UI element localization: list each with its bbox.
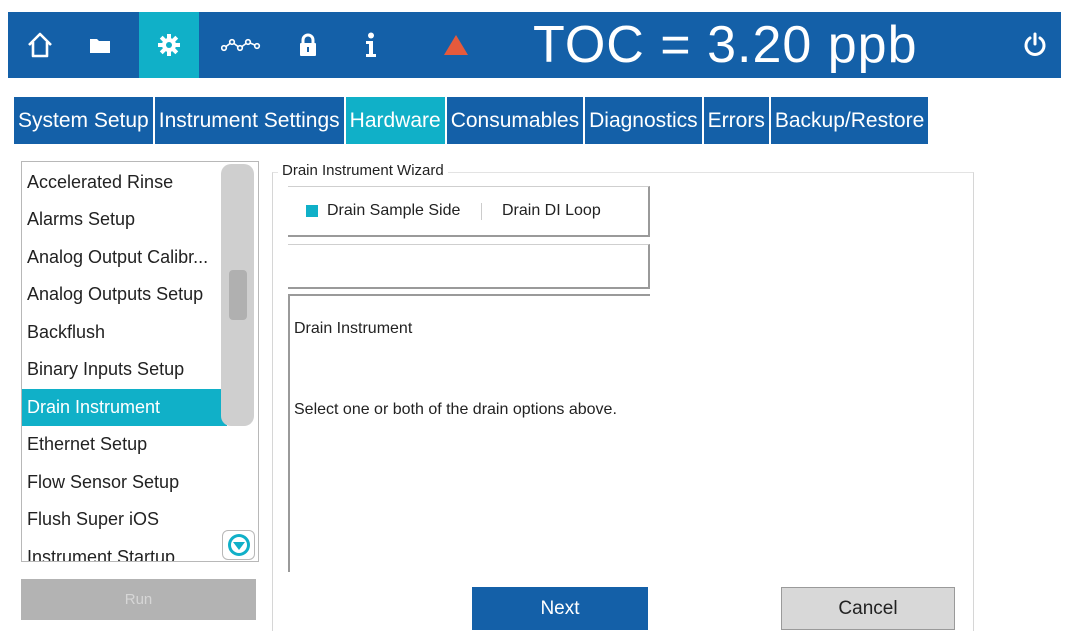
list-item-binary-inputs-setup[interactable]: Binary Inputs Setup — [22, 351, 227, 388]
list-item-ethernet-setup[interactable]: Ethernet Setup — [22, 426, 227, 463]
wizard-status-field — [288, 244, 650, 289]
list-item-analog-output-calibration[interactable]: Analog Output Calibr... — [22, 239, 227, 276]
list-item-accelerated-rinse[interactable]: Accelerated Rinse — [22, 164, 227, 201]
folder-button[interactable] — [70, 12, 130, 78]
list-item-analog-outputs-setup[interactable]: Analog Outputs Setup — [22, 276, 227, 313]
drain-di-loop-option[interactable]: Drain DI Loop — [502, 186, 601, 234]
gear-icon — [158, 34, 180, 56]
top-toolbar: TOC = 3.20 ppb — [8, 12, 1061, 78]
wizard-title: Drain Instrument Wizard — [278, 162, 448, 179]
info-button[interactable] — [341, 12, 401, 78]
trend-icon — [221, 38, 261, 52]
settings-button[interactable] — [139, 12, 199, 78]
list-item-instrument-startup[interactable]: Instrument Startup — [22, 539, 227, 561]
toc-readout: TOC = 3.20 ppb — [533, 16, 918, 74]
tab-consumables[interactable]: Consumables — [446, 97, 584, 144]
tab-diagnostics[interactable]: Diagnostics — [585, 97, 702, 144]
next-button[interactable]: Next — [472, 587, 648, 630]
chevron-down-icon — [227, 534, 250, 556]
tab-instrument-settings[interactable]: Instrument Settings — [154, 97, 344, 144]
scroll-down-button[interactable] — [222, 530, 255, 560]
home-button[interactable] — [10, 12, 70, 78]
list-item-backflush[interactable]: Backflush — [22, 314, 227, 351]
list-item-flush-super-ios[interactable]: Flush Super iOS — [22, 501, 227, 538]
list-item-alarms-setup[interactable]: Alarms Setup — [22, 201, 227, 238]
power-icon — [1024, 32, 1045, 56]
info-heading: Drain Instrument — [294, 320, 413, 337]
info-text: Select one or both of the drain options … — [294, 401, 617, 418]
folder-icon — [90, 39, 110, 53]
info-icon — [366, 32, 376, 57]
tab-hardware[interactable]: Hardware — [345, 97, 445, 144]
tab-bar: System Setup Instrument Settings Hardwar… — [14, 97, 929, 144]
cancel-button[interactable]: Cancel — [781, 587, 955, 630]
lock-icon — [300, 33, 316, 56]
warning-icon — [444, 35, 468, 55]
trend-button[interactable] — [211, 12, 271, 78]
home-icon — [28, 32, 52, 58]
alarm-button[interactable] — [426, 12, 486, 78]
drain-sample-side-checkbox[interactable] — [306, 205, 318, 217]
tab-backup-restore[interactable]: Backup/Restore — [770, 97, 929, 144]
tab-system-setup[interactable]: System Setup — [14, 97, 153, 144]
run-button: Run — [21, 579, 256, 620]
lock-button[interactable] — [278, 12, 338, 78]
list-item-flow-sensor-setup[interactable]: Flow Sensor Setup — [22, 464, 227, 501]
scrollbar-thumb[interactable] — [229, 270, 247, 320]
tab-errors[interactable]: Errors — [703, 97, 769, 144]
drain-sample-side-option[interactable]: Drain Sample Side — [327, 186, 460, 234]
list-item-drain-instrument[interactable]: Drain Instrument — [22, 389, 227, 426]
option-divider — [481, 203, 482, 220]
power-button[interactable] — [1008, 12, 1061, 78]
